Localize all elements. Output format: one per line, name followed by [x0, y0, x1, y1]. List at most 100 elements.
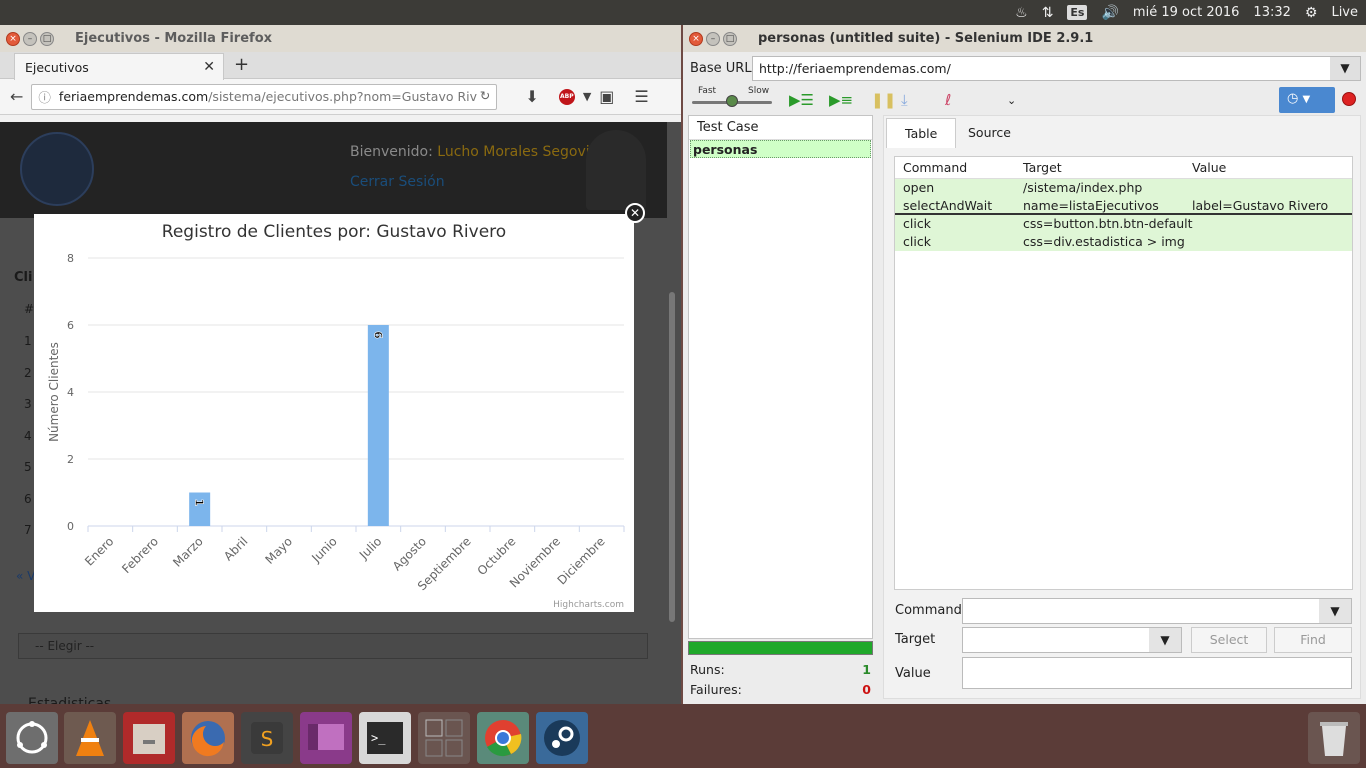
- chevron-down-icon[interactable]: ▼: [1302, 94, 1310, 105]
- bg-table-row-number: 6: [24, 491, 32, 506]
- ubuntu-icon[interactable]: [6, 712, 58, 764]
- tab-source[interactable]: Source: [950, 118, 1029, 148]
- cell-target: name=listaEjecutivos: [1023, 198, 1159, 213]
- col-command[interactable]: Command: [903, 160, 967, 175]
- chevron-down-icon[interactable]: ▼: [1149, 628, 1181, 652]
- base-url-label: Base URL: [690, 61, 752, 76]
- tab-table[interactable]: Table: [886, 118, 957, 148]
- back-link[interactable]: « V: [16, 569, 35, 583]
- rollup-icon[interactable]: ℓ: [945, 91, 951, 109]
- x-tick-label: Enero: [82, 534, 116, 568]
- play-suite-icon[interactable]: ▶☰: [789, 91, 814, 109]
- highcharts-credit[interactable]: Highcharts.com: [553, 600, 624, 610]
- pause-icon[interactable]: ❚❚: [871, 91, 896, 109]
- url-bar[interactable]: ⓘ feriaemprendemas.com/sistema/ejecutivo…: [31, 83, 498, 110]
- close-window-button[interactable]: ×: [6, 31, 20, 46]
- terminal-icon[interactable]: >_: [359, 712, 411, 764]
- command-input[interactable]: ▼: [962, 598, 1352, 624]
- close-window-button[interactable]: ×: [689, 31, 703, 46]
- clock-label[interactable]: 13:32: [1253, 5, 1290, 20]
- failures-stat: Failures: 0: [690, 682, 871, 697]
- bg-table-row-number: 2: [24, 365, 32, 380]
- cell-command: click: [903, 234, 931, 249]
- find-button[interactable]: Find: [1274, 627, 1352, 653]
- chrome-icon[interactable]: [477, 712, 529, 764]
- table-row[interactable]: selectAndWait name=listaEjecutivos label=G…: [895, 197, 1352, 215]
- selenium-titlebar: × – □ personas (untitled suite) - Seleni…: [683, 25, 1366, 52]
- bg-table-row-number: 7: [24, 523, 32, 537]
- x-tick-label: Mayo: [262, 534, 295, 567]
- step-icon[interactable]: ⤓: [901, 91, 908, 109]
- table-row[interactable]: click css=div.estadistica > img: [895, 233, 1352, 251]
- steam-icon[interactable]: [536, 712, 588, 764]
- x-tick-label: Marzo: [170, 534, 206, 570]
- chevron-down-icon[interactable]: ▼: [1330, 57, 1360, 80]
- bg-table-row-number: 3: [24, 397, 32, 411]
- select-button[interactable]: Select: [1191, 627, 1267, 653]
- chevron-down-icon[interactable]: ▼: [583, 90, 591, 103]
- target-input[interactable]: ▼: [962, 627, 1182, 653]
- y-tick-label: 8: [67, 252, 74, 265]
- firefox-icon[interactable]: [182, 712, 234, 764]
- x-tick-label: Julio: [356, 534, 384, 562]
- maximize-window-button[interactable]: □: [723, 31, 737, 46]
- screenshot-icon[interactable]: ▣: [599, 87, 614, 106]
- gear-icon[interactable]: ⚙: [1305, 6, 1318, 20]
- session-label[interactable]: Live: [1331, 5, 1358, 20]
- data-label: 1: [193, 499, 206, 507]
- reload-icon[interactable]: ↻: [476, 87, 491, 103]
- col-value[interactable]: Value: [1192, 160, 1226, 175]
- value-label: Value: [895, 666, 931, 681]
- play-test-icon[interactable]: ▶≡: [829, 91, 853, 109]
- sublime-icon[interactable]: S: [241, 712, 293, 764]
- y-tick-label: 4: [67, 386, 74, 399]
- tab-strip: Ejecutivos ✕ +: [0, 52, 681, 80]
- chevron-down-icon[interactable]: ▼: [1319, 599, 1351, 623]
- bg-table-row-number: 1: [24, 334, 32, 348]
- remmina-icon[interactable]: [300, 712, 352, 764]
- firefox-titlebar: × – □ Ejecutivos - Mozilla Firefox: [0, 25, 681, 52]
- volume-icon[interactable]: 🔊: [1101, 6, 1118, 20]
- col-target[interactable]: Target: [1023, 160, 1062, 175]
- date-label[interactable]: mié 19 oct 2016: [1133, 5, 1240, 20]
- keyboard-layout-indicator[interactable]: Es: [1067, 5, 1088, 20]
- tab-ejecutivos[interactable]: Ejecutivos ✕: [14, 53, 224, 80]
- table-row[interactable]: open/sistema/index.php: [895, 179, 1352, 197]
- schedule-button[interactable]: ◷ ▼: [1279, 87, 1335, 113]
- steam-tray-icon[interactable]: ♨: [1015, 6, 1028, 20]
- close-tab-icon[interactable]: ✕: [203, 59, 215, 75]
- workspaces-icon[interactable]: [418, 712, 470, 764]
- download-icon[interactable]: ⬇: [525, 87, 538, 106]
- welcome-text: Bienvenido: Lucho Morales Segovia: [350, 144, 599, 160]
- back-icon[interactable]: ←: [10, 87, 23, 106]
- executive-select[interactable]: -- Elegir --: [18, 633, 648, 659]
- adblock-icon[interactable]: ABP: [558, 88, 575, 105]
- bar-chart: 0 2 4 6 8 Enero Febrero Marzo 1 Abril Mayo Junio Jul…: [47, 252, 625, 593]
- close-modal-button[interactable]: ✕: [625, 203, 645, 223]
- record-button[interactable]: [1342, 92, 1356, 106]
- table-row[interactable]: click css=button.btn.btn-default: [895, 215, 1352, 233]
- base-url-input[interactable]: http://feriaemprendemas.com/ ▼: [752, 56, 1361, 81]
- minimize-window-button[interactable]: –: [23, 31, 37, 46]
- minimize-window-button[interactable]: –: [706, 31, 720, 46]
- test-case-item[interactable]: personas: [690, 140, 871, 158]
- new-tab-button[interactable]: +: [234, 54, 249, 75]
- x-tick-label: Diciembre: [555, 534, 608, 587]
- url-host: feriaemprendemas.com: [58, 89, 209, 104]
- menu-icon[interactable]: ☰: [634, 87, 648, 106]
- network-icon[interactable]: ⇅: [1042, 6, 1054, 20]
- files-icon[interactable]: [123, 712, 175, 764]
- speed-slider-knob[interactable]: [726, 95, 738, 107]
- value-input[interactable]: [962, 657, 1352, 689]
- chevron-down-icon[interactable]: ⌄: [1007, 94, 1016, 107]
- info-icon[interactable]: ⓘ: [38, 87, 51, 106]
- page-scrollbar[interactable]: [669, 292, 675, 622]
- trash-icon[interactable]: [1308, 712, 1360, 764]
- vlc-icon[interactable]: [64, 712, 116, 764]
- table-header: Command Target Value: [895, 157, 1352, 179]
- site-header: Bienvenido: Lucho Morales Segovia Cerrar…: [0, 122, 667, 218]
- y-tick-label: 0: [67, 520, 74, 533]
- clock-icon: ◷: [1287, 91, 1299, 106]
- logout-link[interactable]: Cerrar Sesión: [350, 174, 445, 190]
- maximize-window-button[interactable]: □: [40, 31, 54, 46]
